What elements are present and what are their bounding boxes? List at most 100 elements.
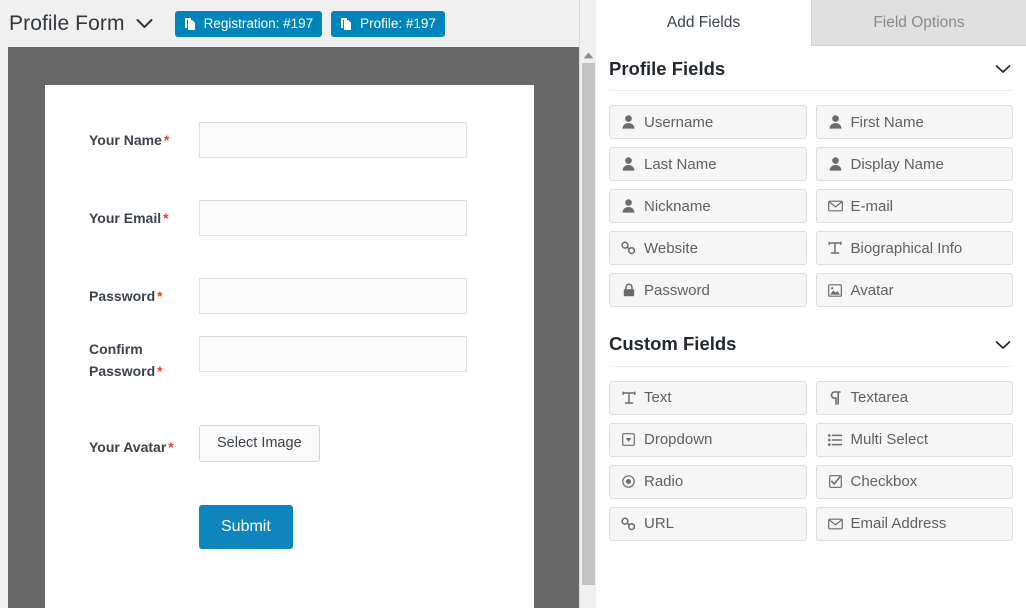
confirm-password-label: Confirm Password * [89,341,163,379]
field-label: Radio [644,473,684,491]
custom-fields-grid: Text Textarea Dropdown Multi Select Radi… [609,367,1013,541]
your-email-input[interactable] [199,200,467,236]
panel-body: Profile Fields Username First Name Last … [596,46,1026,608]
your-avatar-label: Your Avatar * [89,439,174,455]
field-button-display-name[interactable]: Display Name [815,147,1013,182]
lock-icon [621,283,636,298]
field-button-radio[interactable]: Radio [609,464,807,499]
required-marker: * [168,439,174,455]
field-label: Website [644,239,698,257]
scrollbar-thumb[interactable] [582,63,595,585]
link-icon [621,516,636,531]
field-label: Dropdown [644,431,713,449]
chevron-down-icon[interactable] [134,13,156,35]
form-row: Confirm Password * [89,336,489,382]
copy-page-icon [340,17,354,31]
chevron-down-icon[interactable] [995,60,1013,78]
required-marker: * [163,210,169,226]
text-height-icon [828,241,843,256]
text-height-icon [621,390,636,405]
profile-fields-grid: Username First Name Last Name Display Na… [609,91,1013,308]
fields-panel: Add Fields Field Options Profile Fields [596,0,1026,608]
form-toolbar: Profile Form Registration: #197 Profile:… [0,0,596,47]
check-square-icon [828,474,843,489]
page-title: Profile Form [9,12,125,35]
form-preview-column: Profile Form Registration: #197 Profile:… [0,0,596,608]
form-row: Your Avatar * Select Image [89,425,489,462]
field-label: Text [644,389,672,407]
field-button-website[interactable]: Website [609,231,807,266]
form-row: Password * [89,278,489,314]
paragraph-icon [828,390,843,405]
user-icon [621,199,636,214]
field-button-biographical-info[interactable]: Biographical Info [815,231,1013,266]
custom-fields-section: Custom Fields Text Textarea Dropdown Mul… [609,321,1013,541]
profile-id-button[interactable]: Profile: #197 [331,10,445,37]
image-icon [828,283,843,298]
user-icon [828,157,843,172]
confirm-password-input[interactable] [199,336,467,372]
field-label: Password [644,281,710,299]
field-label: Avatar [850,281,894,299]
tab-add-fields[interactable]: Add Fields [596,0,811,46]
field-label: Checkbox [850,473,918,491]
field-button-multi-select[interactable]: Multi Select [815,422,1013,457]
panel-tabs: Add Fields Field Options [596,0,1026,46]
your-name-label: Your Name * [89,132,170,148]
preview-scrollbar[interactable] [579,0,596,608]
field-button-avatar[interactable]: Avatar [815,273,1013,308]
list-icon [828,432,843,447]
field-button-password[interactable]: Password [609,273,807,308]
registration-id-button[interactable]: Registration: #197 [174,10,323,37]
field-label: Email Address [850,515,947,533]
field-button-textarea[interactable]: Textarea [815,380,1013,415]
form-row: Your Name * [89,122,489,158]
field-label: Username [644,113,714,131]
copy-page-icon [184,17,198,31]
field-button-email[interactable]: E-mail [815,189,1013,224]
envelope-icon [827,516,843,531]
field-button-last-name[interactable]: Last Name [609,147,807,182]
field-button-username[interactable]: Username [609,105,807,140]
your-email-label: Your Email * [89,210,169,226]
field-button-first-name[interactable]: First Name [815,105,1013,140]
form-title-group[interactable]: Profile Form [9,13,156,35]
field-label: Display Name [850,155,944,173]
user-icon [621,157,636,172]
field-button-nickname[interactable]: Nickname [609,189,807,224]
registration-id-label: Registration: #197 [203,15,314,31]
triangle-up-icon[interactable] [580,48,596,63]
required-marker: * [163,132,170,148]
select-image-button[interactable]: Select Image [199,425,320,462]
field-button-email-address[interactable]: Email Address [815,506,1013,541]
password-input[interactable] [199,278,467,314]
form-row: Submit [89,505,489,549]
your-name-input[interactable] [199,122,467,158]
field-label: Multi Select [850,431,929,449]
custom-fields-header[interactable]: Custom Fields [609,321,1013,367]
field-button-url[interactable]: URL [609,506,807,541]
field-label: E-mail [850,197,894,215]
section-title: Custom Fields [609,333,737,355]
profile-id-label: Profile: #197 [360,15,436,31]
field-label: Last Name [644,155,717,173]
profile-fields-section: Profile Fields Username First Name Last … [609,46,1013,308]
required-marker: * [157,363,163,379]
required-marker: * [157,288,163,304]
field-label: Biographical Info [850,239,963,257]
user-icon [828,115,843,130]
field-label: Nickname [644,197,711,215]
field-button-dropdown[interactable]: Dropdown [609,422,807,457]
field-label: Textarea [850,389,909,407]
password-label: Password * [89,288,163,304]
profile-fields-header[interactable]: Profile Fields [609,46,1013,92]
caret-square-down-icon [621,432,636,447]
form-card: Your Name * Your Email * Password * Conf… [45,85,534,608]
field-button-checkbox[interactable]: Checkbox [815,464,1013,499]
field-button-text[interactable]: Text [609,380,807,415]
tab-field-options[interactable]: Field Options [811,0,1026,46]
envelope-icon [827,199,843,214]
submit-button[interactable]: Submit [199,505,293,549]
chevron-down-icon[interactable] [995,336,1013,354]
form-preview-stage: Your Name * Your Email * Password * Conf… [8,47,579,608]
